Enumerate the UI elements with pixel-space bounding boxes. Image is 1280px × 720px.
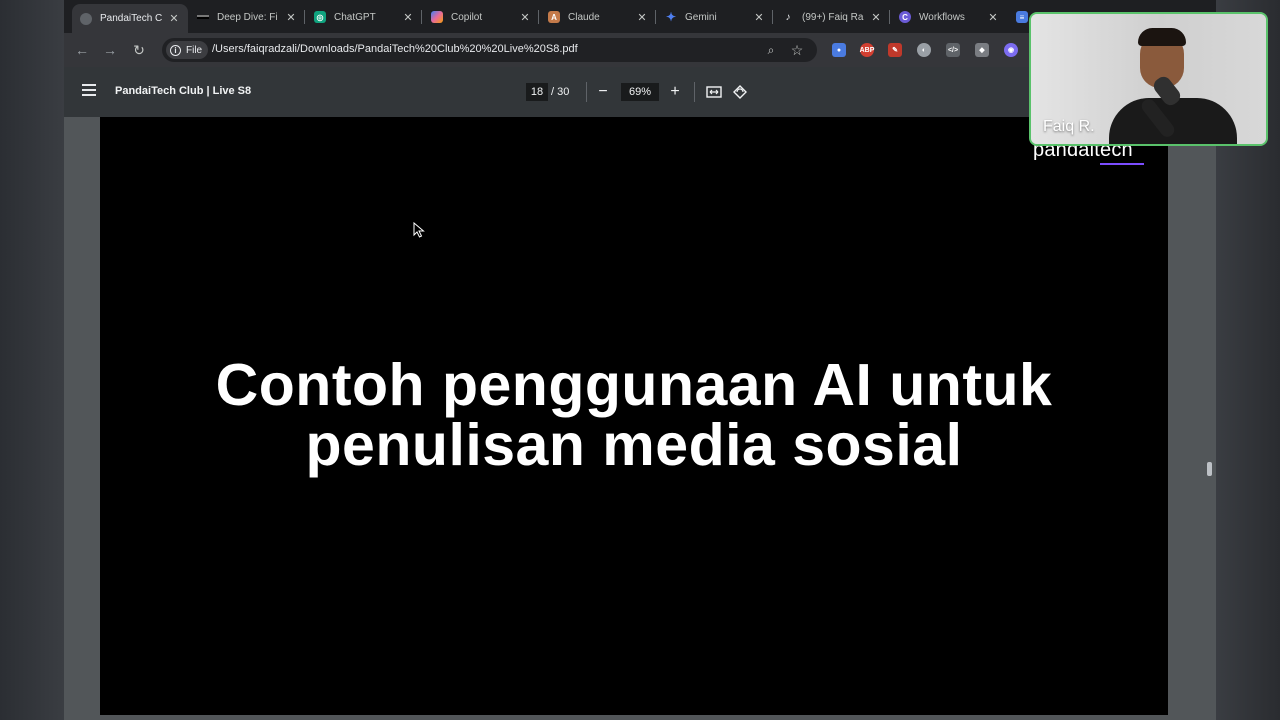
zoom-input[interactable]: 69% bbox=[621, 83, 659, 101]
tab-chatgpt[interactable]: ◎ ChatGPT ✕ bbox=[306, 4, 422, 30]
docs-icon: ≡ bbox=[1016, 11, 1028, 23]
copilot-icon bbox=[431, 11, 443, 23]
tab-separator bbox=[304, 10, 305, 24]
info-icon: i bbox=[170, 44, 181, 56]
tab-separator bbox=[772, 10, 773, 24]
tab-deep-dive[interactable]: Deep Dive: Fi ✕ bbox=[189, 4, 305, 30]
toolbar-divider bbox=[694, 82, 695, 102]
zoom-search-icon[interactable]: ⌕ bbox=[762, 41, 780, 59]
extension-shield-icon[interactable]: ● bbox=[832, 43, 846, 57]
presenter-body bbox=[1109, 98, 1237, 144]
fit-page-icon[interactable] bbox=[704, 82, 724, 102]
toolbar-divider bbox=[586, 82, 587, 102]
back-icon[interactable]: ← bbox=[72, 40, 92, 60]
chip-label: File bbox=[186, 44, 203, 56]
close-icon[interactable]: ✕ bbox=[753, 11, 765, 24]
zoom-out-icon[interactable]: − bbox=[593, 82, 613, 102]
forward-icon[interactable]: → bbox=[100, 40, 120, 60]
tab-title: Gemini bbox=[685, 11, 717, 23]
pdf-viewport[interactable]: pandaitech Contoh penggunaan AI untuk pe… bbox=[64, 117, 1216, 720]
tab-pandaitech[interactable]: PandaiTech C ✕ bbox=[72, 4, 188, 33]
tab-title: Copilot bbox=[451, 11, 483, 23]
brand-underline bbox=[1100, 163, 1144, 165]
slide-title-line-1: Contoh penggunaan AI untuk bbox=[215, 352, 1053, 418]
tab-copilot[interactable]: Copilot ✕ bbox=[423, 4, 539, 30]
extension-puzzle-icon[interactable]: ◆ bbox=[975, 43, 989, 57]
close-icon[interactable]: ✕ bbox=[402, 11, 414, 24]
workflows-icon: C bbox=[899, 11, 911, 23]
tab-title: ChatGPT bbox=[334, 11, 376, 23]
deepdive-icon bbox=[197, 15, 209, 19]
close-icon[interactable]: ✕ bbox=[168, 12, 180, 25]
scrollbar-thumb[interactable] bbox=[1207, 462, 1212, 476]
tiktok-icon: ♪ bbox=[785, 11, 791, 23]
document-title: PandaiTech Club | Live S8 bbox=[115, 85, 252, 97]
reload-icon[interactable]: ↻ bbox=[129, 40, 149, 60]
tab-gemini[interactable]: ✦ Gemini ✕ bbox=[657, 4, 773, 30]
tab-claude[interactable]: A Claude ✕ bbox=[540, 4, 656, 30]
tab-separator bbox=[421, 10, 422, 24]
tab-tiktok[interactable]: ♪ (99+) Faiq Ra ✕ bbox=[774, 4, 890, 30]
zoom-in-icon[interactable]: + bbox=[665, 82, 685, 102]
desktop-edge-left bbox=[0, 0, 64, 720]
extension-grey-icon[interactable]: ◐ bbox=[917, 43, 931, 57]
tab-separator bbox=[538, 10, 539, 24]
bookmark-star-icon[interactable]: ☆ bbox=[788, 41, 806, 59]
presenter-hair bbox=[1138, 28, 1186, 46]
address-bar[interactable]: i File /Users/faiqradzali/Downloads/Pand… bbox=[162, 38, 817, 62]
url-text[interactable]: /Users/faiqradzali/Downloads/PandaiTech%… bbox=[212, 43, 578, 55]
webcam-overlay: Faiq R. bbox=[1029, 12, 1268, 146]
tab-title: (99+) Faiq Ra bbox=[802, 11, 864, 23]
close-icon[interactable]: ✕ bbox=[519, 11, 531, 24]
gemini-icon: ✦ bbox=[665, 10, 677, 24]
page-number-input[interactable]: 18 bbox=[526, 83, 548, 101]
tab-title: Deep Dive: Fi bbox=[217, 11, 278, 23]
tab-title: Claude bbox=[568, 11, 600, 23]
slide-title: Contoh penggunaan AI untuk penulisan med… bbox=[100, 355, 1168, 475]
claude-icon: A bbox=[548, 11, 560, 23]
tab-title: Workflows bbox=[919, 11, 965, 23]
site-info-chip[interactable]: i File bbox=[166, 41, 209, 59]
pdf-page-slide: pandaitech Contoh penggunaan AI untuk pe… bbox=[100, 117, 1168, 715]
tab-title: PandaiTech C bbox=[100, 13, 163, 24]
hamburger-menu-icon[interactable] bbox=[82, 84, 96, 96]
screen: PandaiTech C ✕ Deep Dive: Fi ✕ ◎ ChatGPT… bbox=[0, 0, 1280, 720]
tab-workflows[interactable]: C Workflows ✕ bbox=[891, 4, 1007, 30]
page-total: / 30 bbox=[551, 86, 570, 98]
extension-purple-icon[interactable]: ◉ bbox=[1004, 43, 1018, 57]
extension-red-icon[interactable]: ✎ bbox=[888, 43, 902, 57]
close-icon[interactable]: ✕ bbox=[285, 11, 297, 24]
adblock-icon[interactable]: ABP bbox=[860, 43, 874, 57]
tab-separator bbox=[655, 10, 656, 24]
extension-code-icon[interactable]: </> bbox=[946, 43, 960, 57]
close-icon[interactable]: ✕ bbox=[636, 11, 648, 24]
chatgpt-icon: ◎ bbox=[314, 11, 326, 23]
tab-separator bbox=[889, 10, 890, 24]
slide-title-line-2: penulisan media sosial bbox=[305, 412, 963, 478]
globe-icon bbox=[80, 12, 92, 25]
mouse-cursor-icon bbox=[413, 222, 425, 238]
presenter-name: Faiq R. bbox=[1043, 118, 1095, 135]
close-icon[interactable]: ✕ bbox=[870, 11, 882, 24]
close-icon[interactable]: ✕ bbox=[987, 11, 999, 24]
rotate-icon[interactable] bbox=[730, 82, 750, 102]
